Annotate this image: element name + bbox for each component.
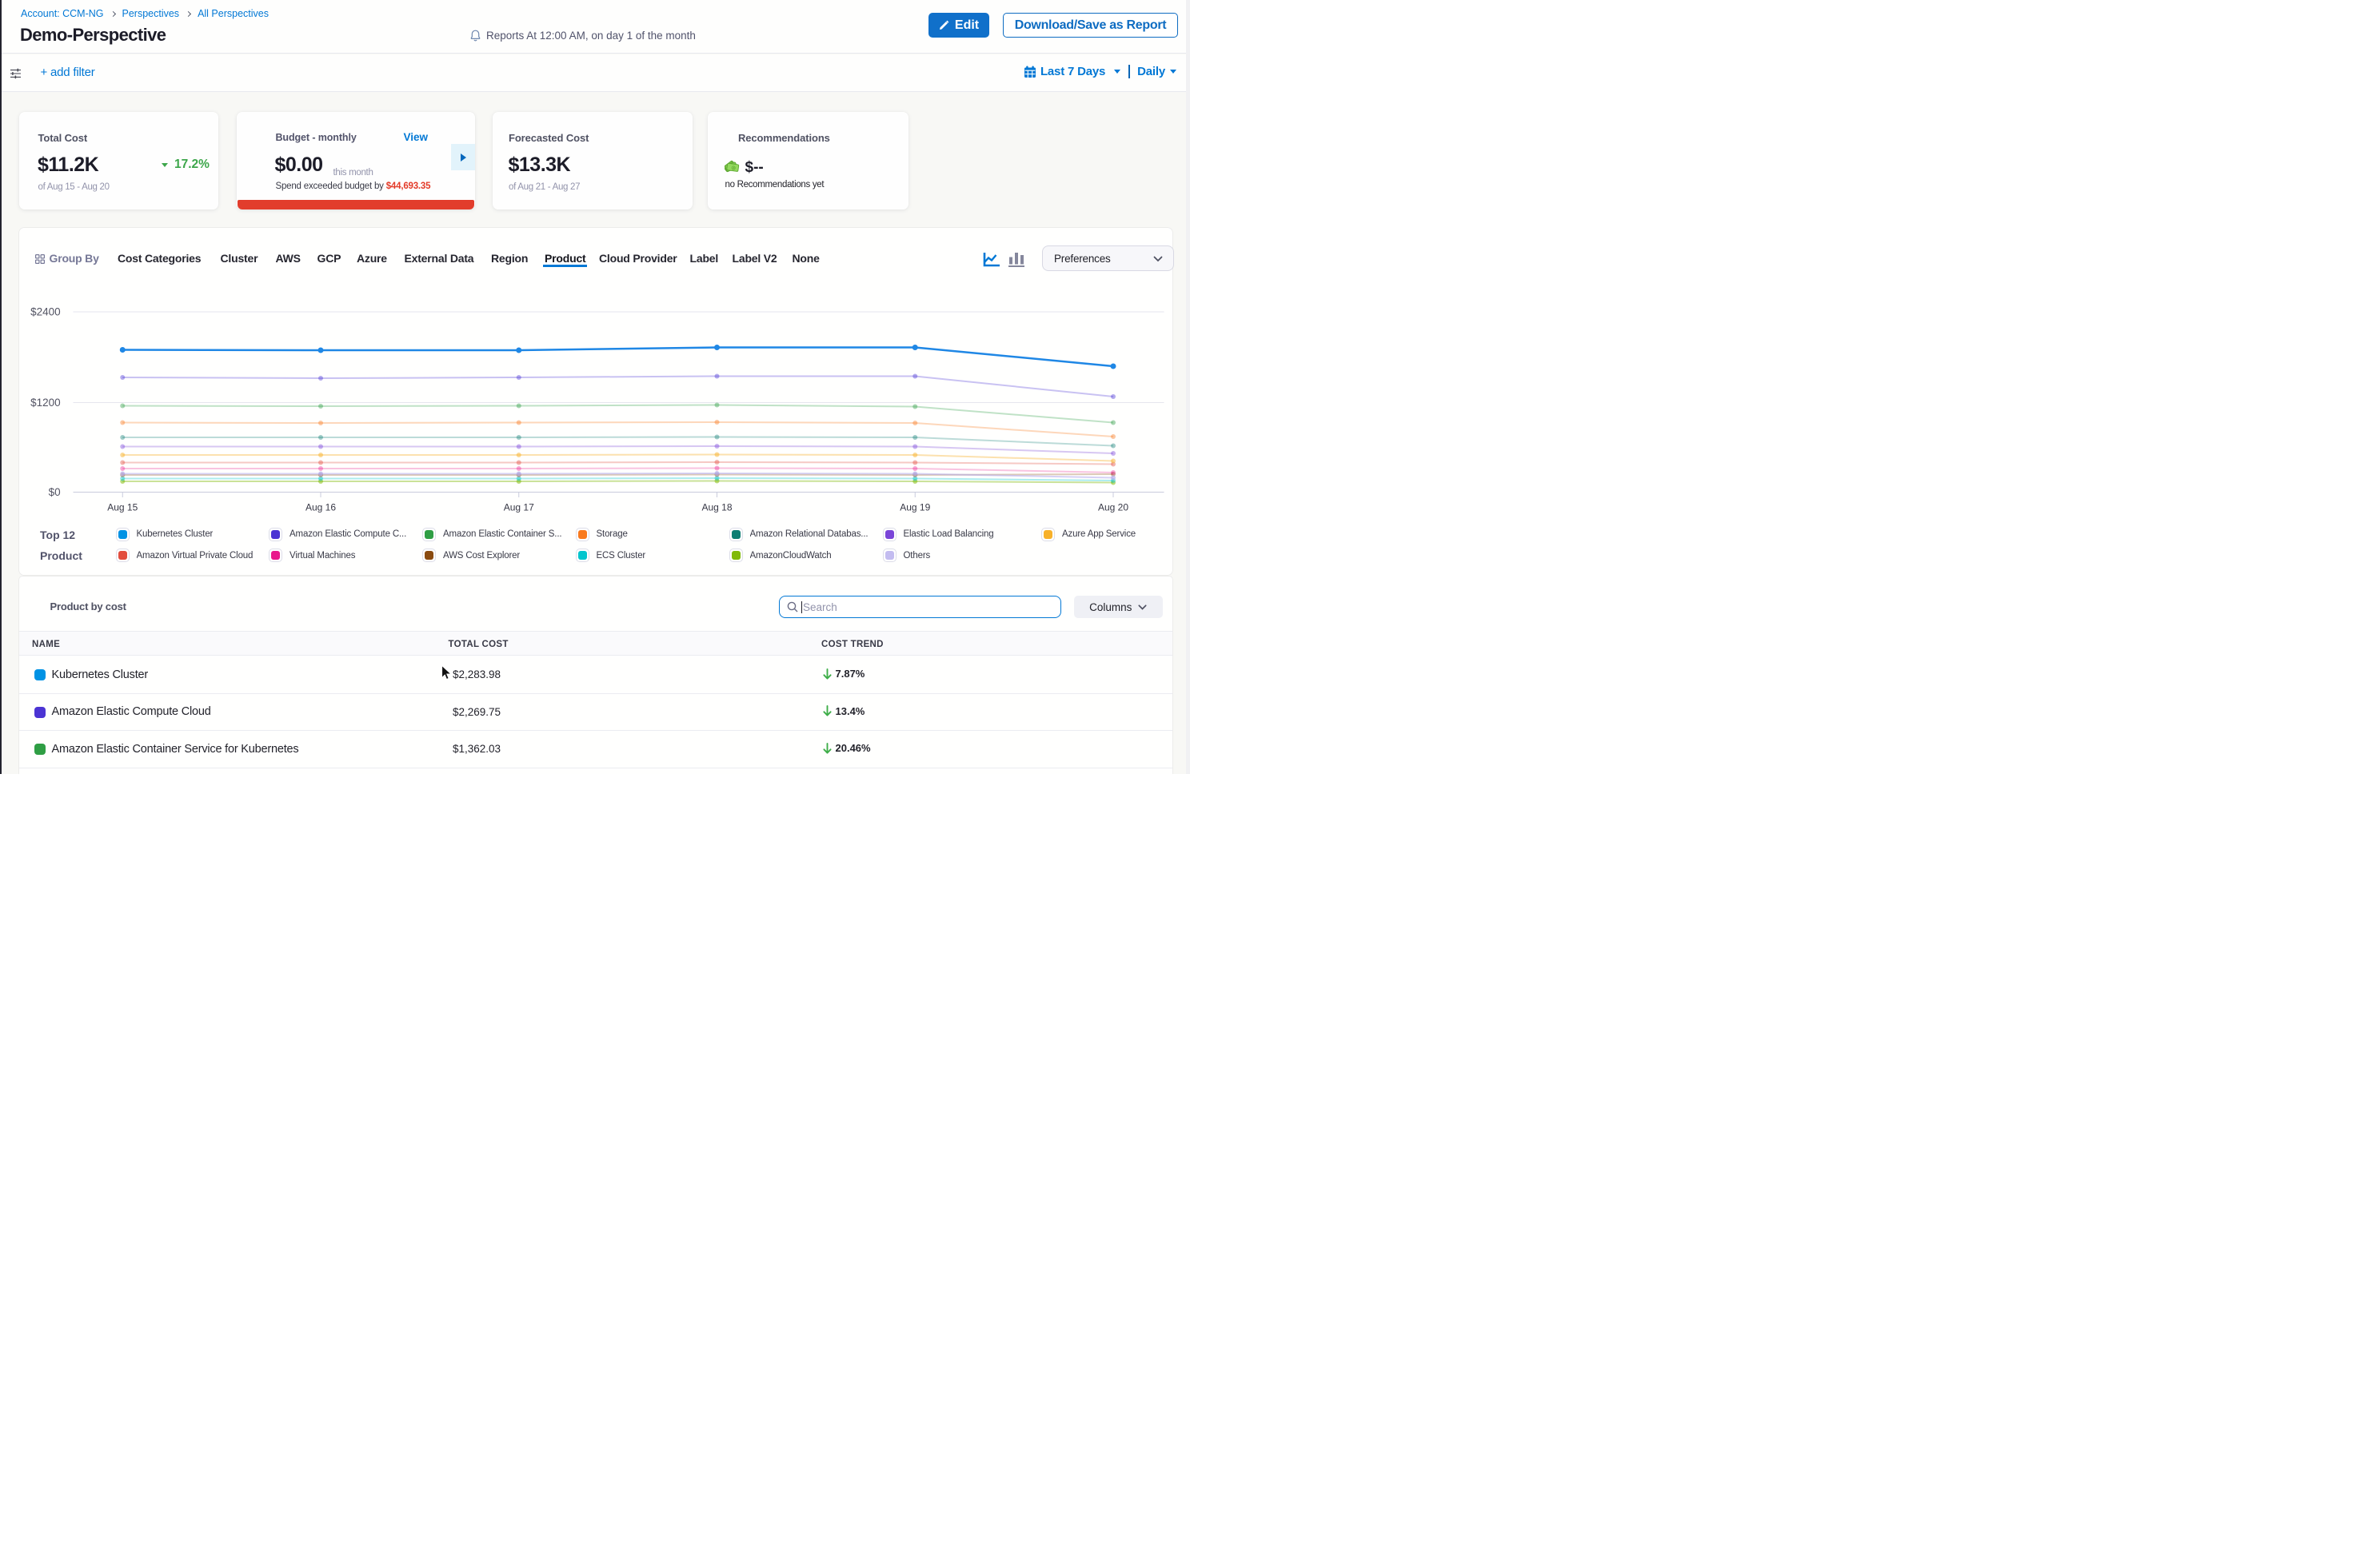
svg-text:Aug 17: Aug 17 xyxy=(503,502,533,513)
svg-text:Aug 19: Aug 19 xyxy=(900,502,930,513)
svg-text:Aug 16: Aug 16 xyxy=(305,502,335,513)
svg-text:Aug 18: Aug 18 xyxy=(701,502,732,513)
svg-text:Aug 20: Aug 20 xyxy=(1097,502,1128,513)
svg-text:$0: $0 xyxy=(48,486,60,498)
svg-text:$2400: $2400 xyxy=(30,306,61,318)
svg-text:Aug 15: Aug 15 xyxy=(107,502,138,513)
svg-text:$1200: $1200 xyxy=(30,397,61,409)
